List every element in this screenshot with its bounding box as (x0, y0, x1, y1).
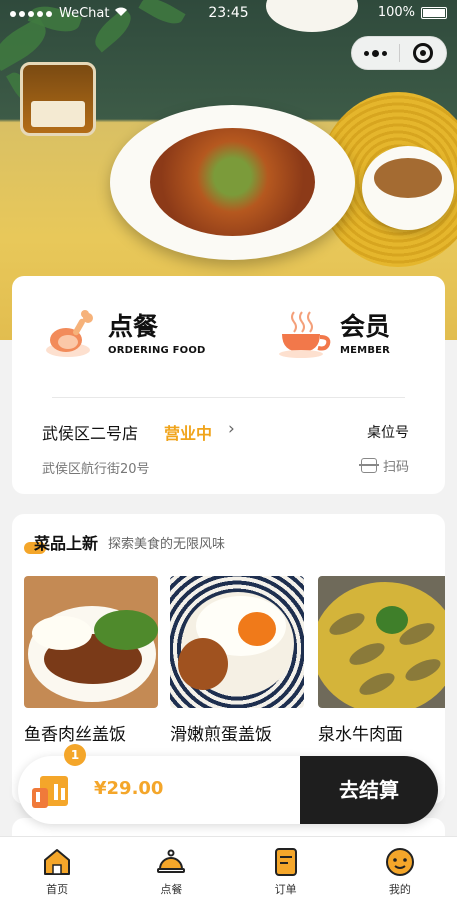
dish-name: 滑嫩煎蛋盖饭 (170, 725, 272, 745)
chevron-right-icon[interactable]: › (228, 419, 235, 439)
tab-home[interactable]: 首页 (0, 837, 114, 900)
dish-name: 鱼香肉丝盖饭 (24, 725, 126, 745)
entry-card: 点餐 ORDERING FOOD 会员 MEMBER 武侯区二号店 营业中 › … (12, 276, 445, 494)
miniprogram-capsule (351, 36, 447, 70)
more-menu-button[interactable] (352, 49, 399, 57)
section-title: 菜品上新 (34, 534, 99, 553)
tab-orders[interactable]: 订单 (229, 837, 343, 900)
scan-icon (358, 458, 379, 473)
order-icon (270, 847, 302, 877)
shopping-bag-icon[interactable] (28, 764, 80, 816)
cart-total-price: ¥29.00 (94, 778, 164, 799)
tab-profile[interactable]: 我的 (343, 837, 457, 900)
tab-label: 点餐 (160, 883, 183, 896)
home-icon (41, 847, 73, 877)
battery-icon (421, 6, 447, 19)
drumstick-icon (44, 308, 100, 360)
dish-name: 泉水牛肉面 (318, 725, 403, 745)
cloche-icon (155, 847, 187, 877)
ordering-title: 点餐 (108, 311, 159, 341)
member-subtitle: MEMBER (340, 344, 391, 356)
section-subtitle: 探索美食的无限风味 (108, 536, 226, 552)
dish-image (24, 576, 158, 708)
battery-percent: 100% (377, 5, 415, 20)
dish-card[interactable]: 滑嫩煎蛋盖饭 (170, 576, 304, 745)
ordering-subtitle: ORDERING FOOD (108, 344, 206, 356)
checkout-button[interactable]: 去结算 (300, 756, 438, 824)
profile-icon (384, 847, 416, 877)
ordering-entry[interactable]: 点餐 ORDERING FOOD (44, 308, 206, 360)
scan-label: 扫码 (382, 460, 409, 475)
tab-label: 首页 (46, 883, 69, 896)
status-bar: WeChat 23:45 100% (0, 0, 457, 28)
target-icon (412, 43, 433, 63)
scan-button[interactable]: 扫码 (358, 456, 409, 475)
divider (52, 397, 405, 398)
tab-label: 订单 (274, 883, 297, 896)
table-number-label: 桌位号 (367, 425, 409, 441)
more-dots-icon (363, 50, 369, 56)
tab-label: 我的 (388, 883, 411, 896)
store-name[interactable]: 武侯区二号店 (42, 420, 138, 444)
tab-order-food[interactable]: 点餐 (114, 837, 228, 900)
close-miniprogram-button[interactable] (400, 43, 447, 63)
dish-card[interactable]: 泉水牛肉面 (318, 576, 445, 745)
app-page: WeChat 23:45 100% 点餐 ORDERING FOOD 会员 ME… (0, 0, 457, 900)
dish-image (170, 576, 304, 708)
coffee-cup-icon (276, 308, 332, 360)
bottom-tab-bar: 首页 点餐 订单 我的 (0, 836, 457, 900)
member-entry[interactable]: 会员 MEMBER (276, 308, 390, 360)
store-address: 武侯区航行街20号 (42, 462, 150, 477)
dish-card[interactable]: 鱼香肉丝盖饭 (24, 576, 158, 745)
store-status-badge: 营业中 (164, 424, 213, 443)
member-title: 会员 (340, 311, 391, 341)
cart-count-badge: 1 (64, 744, 86, 766)
dish-image (318, 576, 445, 708)
